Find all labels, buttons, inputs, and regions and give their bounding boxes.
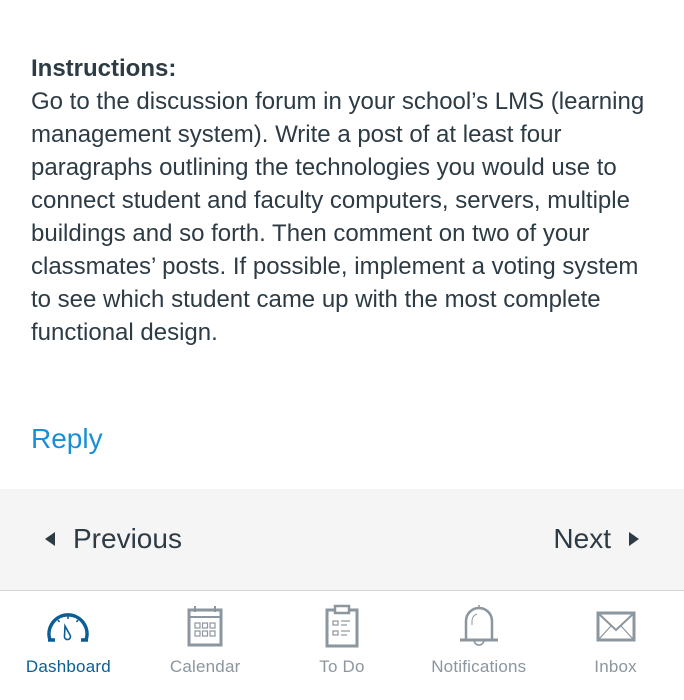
calendar-icon bbox=[186, 603, 224, 649]
tab-label: Dashboard bbox=[25, 657, 111, 676]
pager-bar: Previous Next bbox=[0, 489, 684, 591]
next-button[interactable]: Next bbox=[553, 523, 639, 555]
dashboard-gauge-icon bbox=[44, 603, 92, 649]
tab-calendar[interactable]: Calendar bbox=[137, 591, 274, 700]
reply-button[interactable]: Reply bbox=[31, 423, 103, 455]
instructions-body: Go to the discussion forum in your schoo… bbox=[31, 88, 645, 346]
tab-label: To Do bbox=[319, 657, 365, 676]
envelope-icon bbox=[595, 603, 637, 649]
clipboard-todo-icon bbox=[324, 603, 360, 649]
bottom-tab-bar: Dashboard Calendar To Do Notifications I… bbox=[0, 591, 684, 700]
previous-label: Previous bbox=[73, 523, 182, 554]
tab-notifications[interactable]: Notifications bbox=[410, 591, 547, 700]
tab-label: Notifications bbox=[431, 657, 527, 676]
instructions-heading: Instructions: bbox=[31, 55, 177, 82]
tab-to-do[interactable]: To Do bbox=[274, 591, 411, 700]
caret-right-icon bbox=[629, 532, 639, 546]
bell-icon bbox=[457, 603, 501, 649]
tab-label: Inbox bbox=[594, 657, 637, 676]
tab-dashboard[interactable]: Dashboard bbox=[0, 591, 137, 700]
next-label: Next bbox=[553, 523, 611, 554]
tab-inbox[interactable]: Inbox bbox=[547, 591, 684, 700]
tab-label: Calendar bbox=[169, 657, 241, 676]
previous-button[interactable]: Previous bbox=[45, 523, 182, 555]
caret-left-icon bbox=[45, 532, 55, 546]
instructions-content: Instructions: Go to the discussion forum… bbox=[31, 52, 661, 349]
